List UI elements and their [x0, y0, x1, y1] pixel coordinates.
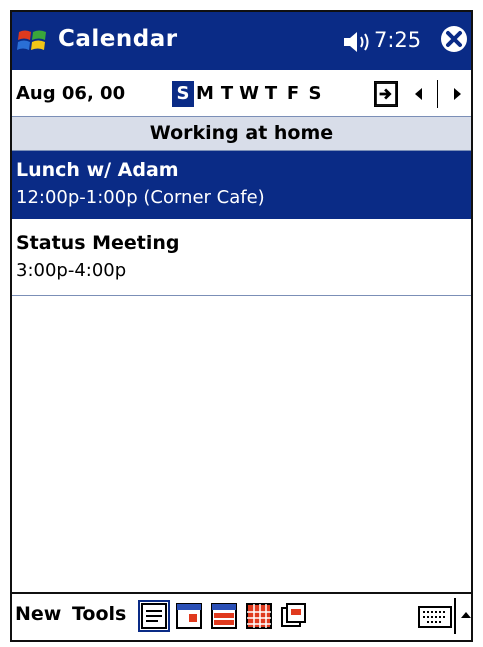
day-friday[interactable]: F	[282, 81, 304, 107]
appointment-time: 3:00p-4:00p	[16, 260, 127, 281]
arrow-left-icon[interactable]	[408, 82, 430, 106]
appointment-item[interactable]: Lunch w/ Adam 12:00p-1:00p (Corner Cafe)	[12, 151, 471, 219]
pocket-pc-screen: Calendar 7:25 Aug 06, 00 S M T W T F S W…	[10, 10, 473, 642]
keyboard-icon[interactable]	[418, 606, 452, 628]
tools-menu[interactable]: Tools	[72, 603, 126, 625]
date-navigation-bar: Aug 06, 00 S M T W T F S	[12, 72, 471, 117]
nav-divider	[437, 80, 438, 108]
day-monday[interactable]: M	[194, 81, 216, 107]
new-menu[interactable]: New	[15, 603, 61, 625]
agenda-view-icon[interactable]	[138, 600, 170, 632]
day-saturday[interactable]: S	[304, 81, 326, 107]
appointment-item[interactable]: Status Meeting 3:00p-4:00p	[12, 224, 471, 296]
appointment-title: Status Meeting	[16, 232, 180, 254]
all-day-event[interactable]: Working at home	[12, 117, 471, 151]
sip-divider	[454, 598, 456, 634]
day-wednesday[interactable]: W	[238, 81, 260, 107]
year-view-icon[interactable]	[280, 602, 308, 630]
title-bar: Calendar 7:25	[12, 12, 471, 70]
day-view-icon[interactable]	[175, 602, 203, 630]
day-tuesday[interactable]: T	[216, 81, 238, 107]
close-icon[interactable]	[440, 25, 468, 53]
sip-up-arrow-icon[interactable]	[460, 609, 472, 621]
command-bar: New Tools	[12, 592, 471, 640]
current-date[interactable]: Aug 06, 00	[16, 83, 125, 104]
app-title: Calendar	[58, 26, 178, 52]
windows-flag-icon[interactable]	[16, 26, 50, 56]
weekday-selector: S M T W T F S	[172, 81, 326, 107]
month-view-icon[interactable]	[245, 602, 273, 630]
appointment-time: 12:00p-1:00p (Corner Cafe)	[16, 187, 265, 208]
arrow-right-icon[interactable]	[446, 82, 468, 106]
goto-today-icon[interactable]	[374, 81, 398, 107]
appointment-title: Lunch w/ Adam	[16, 159, 179, 181]
day-thursday[interactable]: T	[260, 81, 282, 107]
clock[interactable]: 7:25	[374, 28, 421, 52]
day-sunday[interactable]: S	[172, 81, 194, 107]
speaker-icon[interactable]	[342, 30, 372, 54]
week-view-icon[interactable]	[210, 602, 238, 630]
